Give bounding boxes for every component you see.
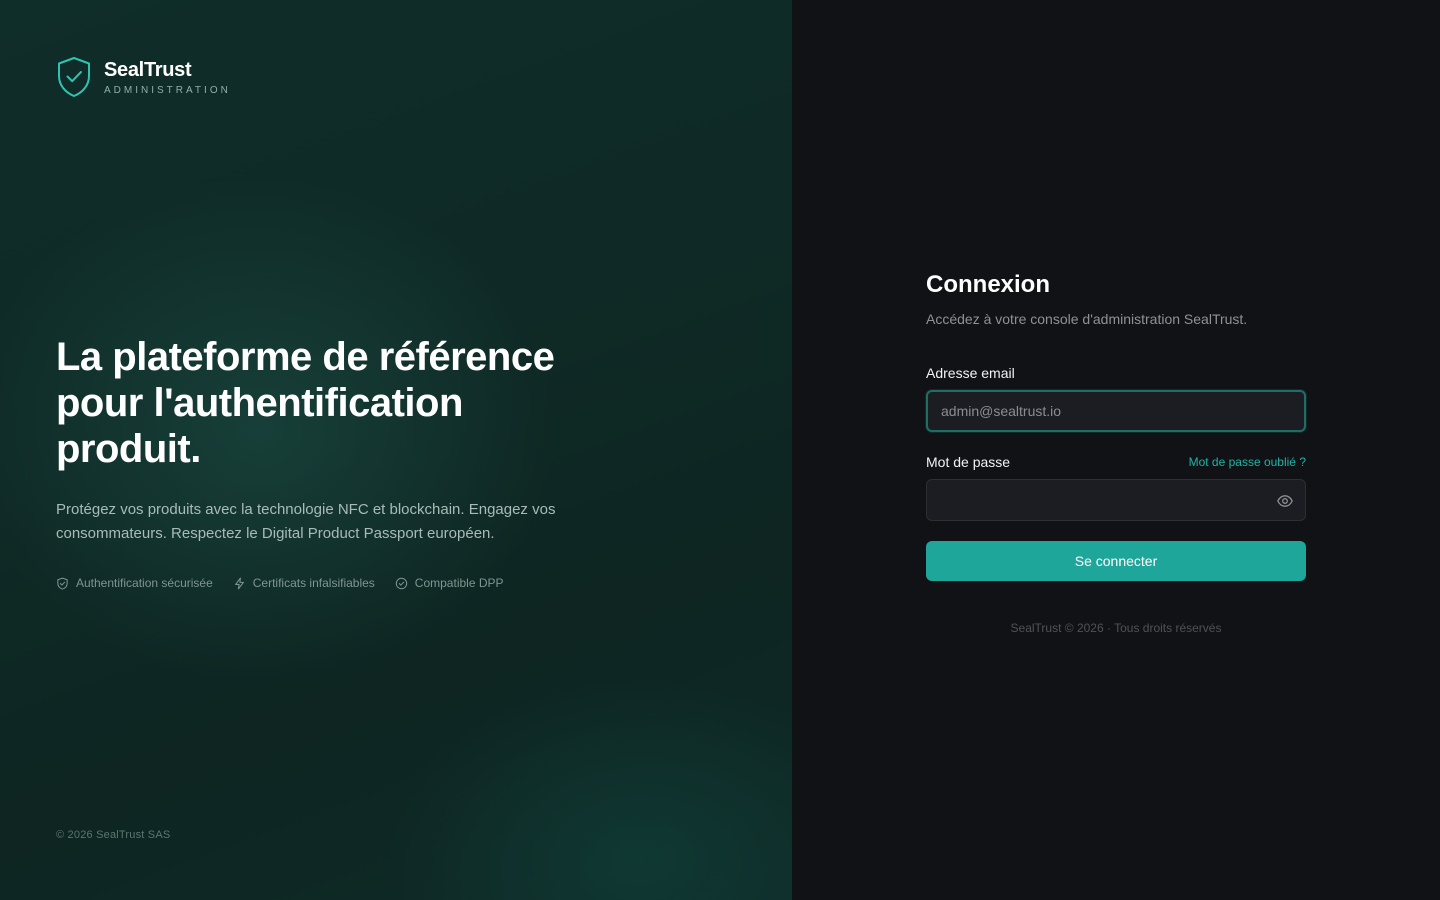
- hero-title: La plateforme de référence pour l'authen…: [56, 335, 555, 471]
- email-field[interactable]: [926, 390, 1306, 432]
- left-footer-copyright: © 2026 SealTrust SAS: [56, 829, 171, 841]
- feature-item: Compatible DPP: [395, 576, 504, 590]
- hero: La plateforme de référence pour l'authen…: [56, 334, 616, 590]
- lightning-icon: [234, 577, 244, 589]
- form-subtitle: Accédez à votre console d'administration…: [926, 311, 1248, 327]
- email-label: Adresse email: [926, 365, 1015, 381]
- email-label-row: Adresse email: [926, 364, 1306, 382]
- login-form: Connexion Accédez à votre console d'admi…: [926, 270, 1306, 635]
- feature-item: Authentification sécurisée: [56, 576, 213, 590]
- feature-item: Certificats infalsifiables: [233, 576, 375, 590]
- password-box: [926, 479, 1306, 521]
- shield-check-icon: [57, 577, 68, 590]
- brand-panel: SealTrust ADMINISTRATION La plateforme d…: [0, 0, 792, 900]
- brand-logo: SealTrust ADMINISTRATION: [56, 56, 231, 98]
- forgot-password-link[interactable]: Mot de passe oublié ?: [1189, 455, 1306, 469]
- hero-description: Protégez vos produits avec la technologi…: [56, 501, 556, 542]
- brand-text: SealTrust ADMINISTRATION: [104, 57, 231, 97]
- feature-list: Authentification sécurisée Certificats i…: [56, 576, 616, 590]
- password-label: Mot de passe: [926, 454, 1011, 470]
- feature-label: Authentification sécurisée: [76, 576, 213, 590]
- password-label-row: Mot de passe Mot de passe oublié ?: [926, 453, 1306, 471]
- right-footer-copyright: SealTrust © 2026 · Tous droits réservés: [1010, 621, 1222, 635]
- password-group: Mot de passe Mot de passe oublié ?: [926, 453, 1306, 521]
- password-field[interactable]: [927, 480, 1305, 520]
- shield-check-icon: [58, 57, 90, 97]
- login-panel: Connexion Accédez à votre console d'admi…: [792, 0, 1440, 900]
- brand-subtitle: ADMINISTRATION: [104, 85, 231, 96]
- sign-in-button[interactable]: Se connecter: [926, 541, 1306, 581]
- brand-name: SealTrust: [104, 59, 192, 81]
- feature-label: Certificats infalsifiables: [252, 576, 375, 590]
- email-group: Adresse email: [926, 364, 1306, 432]
- eye-icon[interactable]: [1276, 492, 1294, 510]
- feature-label: Compatible DPP: [414, 576, 504, 590]
- check-circle-icon: [395, 577, 408, 589]
- form-title: Connexion: [926, 271, 1050, 298]
